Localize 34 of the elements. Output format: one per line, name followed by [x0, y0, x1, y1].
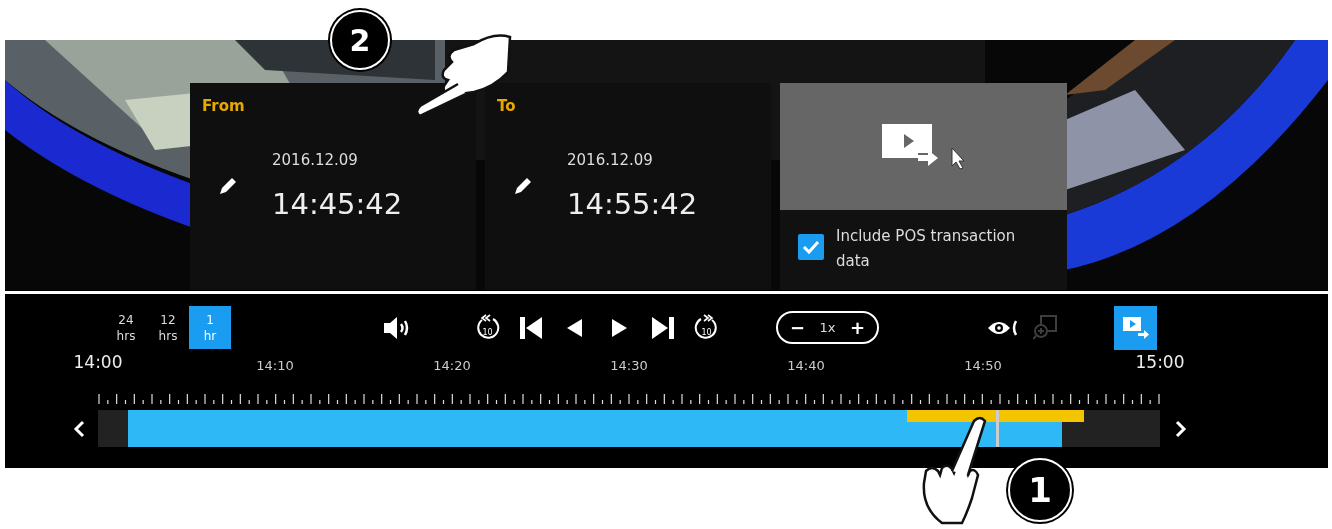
- range-label: To: [497, 96, 516, 117]
- checkbox-label: Include POS transaction data: [836, 226, 1017, 272]
- time-label: 14:20: [433, 357, 471, 375]
- export-button[interactable]: [1114, 305, 1157, 350]
- speed-value: 1x: [819, 318, 836, 337]
- time-range-tab[interactable]: 24 hrs: [105, 306, 147, 349]
- time-label: 14:00: [73, 351, 123, 374]
- date-text: 2016.12.09: [272, 150, 358, 171]
- step-back-icon[interactable]: [566, 317, 583, 338]
- step-number: 2: [330, 10, 390, 70]
- export-video-icon: [881, 123, 966, 170]
- volume-icon[interactable]: [384, 315, 409, 340]
- time-range-tab[interactable]: 12 hrs: [147, 306, 189, 349]
- time-text: 14:45:42: [272, 186, 403, 223]
- pencil-icon[interactable]: [217, 175, 239, 197]
- decrease-speed-button[interactable]: −: [790, 318, 806, 337]
- no-recording-gap: [98, 410, 128, 447]
- time-label: 15:00: [1135, 351, 1185, 374]
- range-label: From: [202, 96, 245, 117]
- time-text: 14:55:42: [567, 186, 698, 223]
- speed-control[interactable]: − 1x +: [776, 311, 879, 344]
- time-label: 14:30: [610, 357, 648, 375]
- step-number: 1: [1008, 458, 1072, 522]
- export-tile[interactable]: [780, 83, 1067, 210]
- time-label: 14:10: [256, 357, 294, 375]
- skip-to-start-icon[interactable]: [520, 316, 542, 339]
- time-label: 14:40: [787, 357, 825, 375]
- pencil-icon[interactable]: [512, 175, 534, 197]
- increase-speed-button[interactable]: +: [849, 318, 865, 337]
- play-icon[interactable]: [611, 317, 628, 338]
- export-video-icon: [1122, 316, 1149, 339]
- date-text: 2016.12.09: [567, 150, 653, 171]
- skip-to-end-icon[interactable]: [652, 316, 674, 339]
- time-label: 14:50: [964, 357, 1002, 375]
